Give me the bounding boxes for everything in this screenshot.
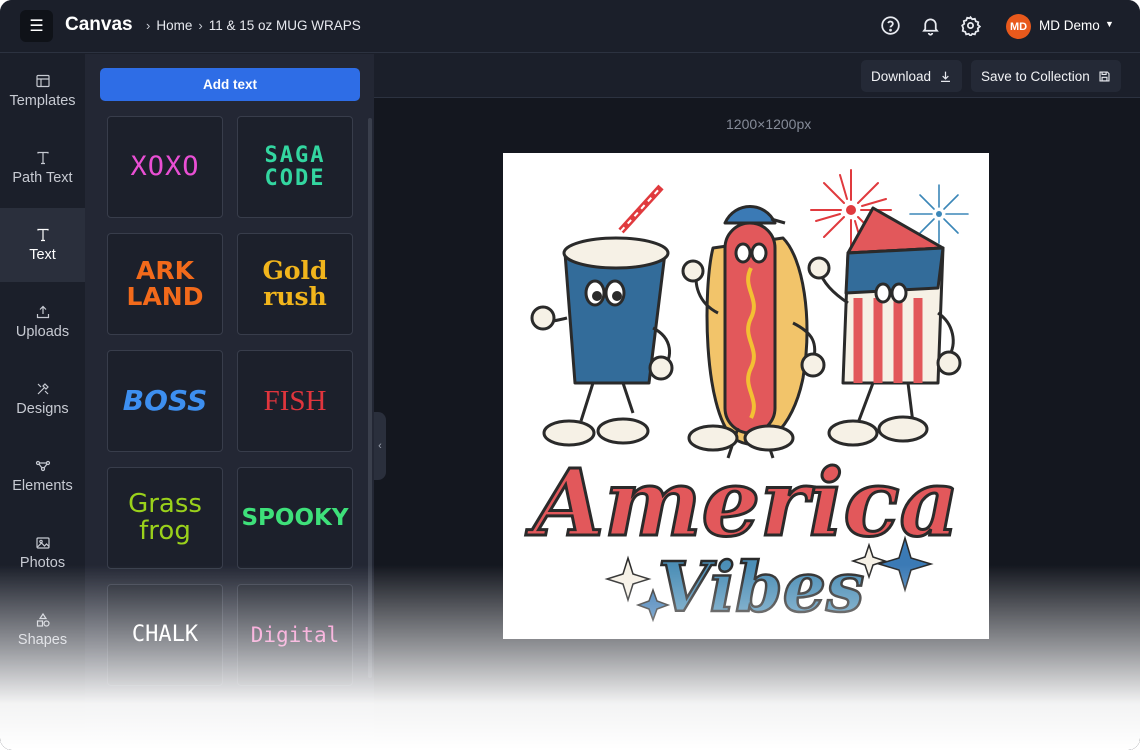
text-style-label: BOSS: [122, 384, 208, 418]
breadcrumb-home[interactable]: Home: [156, 18, 192, 33]
nav-item-templates[interactable]: Templates: [0, 54, 85, 128]
caret-down-icon[interactable]: ▼: [1105, 19, 1114, 29]
left-nav: Templates Path Text Text Uploads Designs…: [0, 54, 85, 750]
hotdog-character: [681, 205, 826, 459]
nav-label: Templates: [9, 93, 76, 109]
designs-icon: [37, 383, 49, 395]
text-icon: [36, 151, 49, 165]
bell-icon[interactable]: [920, 15, 941, 36]
text-style-label: XOXO: [130, 150, 200, 182]
save-icon: [1099, 70, 1110, 82]
template-icon: [35, 74, 50, 88]
nav-label: Designs: [16, 401, 69, 417]
nav-item-designs[interactable]: Designs: [0, 362, 85, 436]
text-style-tile-ark-land[interactable]: ARK LAND: [107, 233, 223, 335]
nav-label: Photos: [19, 555, 66, 571]
photo-icon: [35, 537, 50, 549]
text-style-label: FISH: [263, 384, 327, 417]
user-name[interactable]: MD Demo: [1039, 18, 1100, 33]
app-window: ☰ Canvas › Home › 11 & 15 oz MUG WRAPS M…: [0, 0, 1140, 750]
text-style-tile-fish[interactable]: FISH: [237, 350, 353, 452]
text-style-label: SAGA CODE: [264, 142, 326, 191]
nav-item-elements[interactable]: Elements: [0, 439, 85, 513]
app-title: Canvas: [65, 14, 133, 35]
nav-item-uploads[interactable]: Uploads: [0, 285, 85, 359]
breadcrumb: › Home › 11 & 15 oz MUG WRAPS: [146, 18, 361, 33]
download-icon: [941, 71, 951, 82]
nav-label: Shapes: [17, 632, 68, 648]
workspace: Download Save to Collection 1200×1200px: [374, 54, 1140, 750]
hamburger-icon: ☰: [29, 18, 44, 35]
nav-label: Elements: [12, 478, 73, 494]
panel-collapse-handle[interactable]: ‹: [374, 412, 386, 480]
download-label: Download: [871, 68, 932, 84]
save-label: Save to Collection: [981, 68, 1090, 84]
text-icon: [36, 228, 49, 242]
help-icon[interactable]: [880, 15, 901, 36]
chevron-right-icon: ›: [146, 18, 151, 33]
design-title-america[interactable]: America: [523, 448, 960, 559]
text-style-label: Gold rush: [262, 255, 328, 311]
nav-label: Text: [29, 247, 56, 263]
nav-label: Path Text: [12, 170, 73, 186]
firecracker-character: [807, 206, 962, 447]
nav-item-shapes[interactable]: Shapes: [0, 593, 85, 667]
text-style-tile-saga-code[interactable]: SAGA CODE: [237, 116, 353, 218]
gear-icon[interactable]: [960, 15, 981, 36]
panel-scrollbar[interactable]: [368, 118, 372, 678]
workspace-toolbar: Download Save to Collection: [374, 54, 1140, 98]
elements-icon: [35, 460, 50, 472]
chevron-right-icon: ›: [198, 18, 203, 33]
save-to-collection-button[interactable]: Save to Collection: [971, 60, 1121, 92]
text-style-tile-boss[interactable]: BOSS: [107, 350, 223, 452]
download-button[interactable]: Download: [861, 60, 963, 92]
text-style-label: CHALK: [131, 622, 199, 648]
shapes-icon: [36, 612, 50, 627]
chevron-left-icon: ‹: [378, 440, 382, 452]
text-style-tile-chalk[interactable]: CHALK: [107, 584, 223, 686]
design-title-vibes[interactable]: Vibes: [657, 547, 866, 630]
upload-icon: [36, 305, 49, 319]
text-style-label: ARK LAND: [126, 255, 204, 311]
text-style-tile-gold-rush[interactable]: Gold rush: [237, 233, 353, 335]
breadcrumb-current[interactable]: 11 & 15 oz MUG WRAPS: [209, 18, 361, 33]
canvas-size-label: 1200×1200px: [726, 116, 812, 132]
menu-button[interactable]: ☰: [20, 10, 53, 42]
nav-item-path-text[interactable]: Path Text: [0, 131, 85, 205]
design-artboard[interactable]: America Vibes: [503, 153, 989, 639]
text-style-tile-spooky[interactable]: SPOOKY: [237, 467, 353, 569]
text-style-tile-digital[interactable]: Digital: [237, 584, 353, 686]
text-style-label: Grass frog: [128, 488, 202, 546]
top-bar: ☰ Canvas › Home › 11 & 15 oz MUG WRAPS M…: [0, 0, 1140, 53]
design-artwork[interactable]: America Vibes: [503, 153, 989, 639]
text-panel: Add text XOXO SAGA CODE ARK LAND Gold ru…: [85, 54, 374, 750]
text-style-tile-grass-frog[interactable]: Grass frog: [107, 467, 223, 569]
nav-item-photos[interactable]: Photos: [0, 516, 85, 590]
text-style-tile-xoxo[interactable]: XOXO: [107, 116, 223, 218]
cup-character: [530, 184, 674, 447]
text-style-label: Digital: [250, 622, 340, 647]
avatar[interactable]: MD: [1006, 14, 1031, 39]
nav-label: Uploads: [15, 324, 70, 340]
add-text-button[interactable]: Add text: [100, 68, 360, 101]
text-style-label: SPOOKY: [241, 504, 349, 531]
nav-item-text[interactable]: Text: [0, 208, 85, 282]
